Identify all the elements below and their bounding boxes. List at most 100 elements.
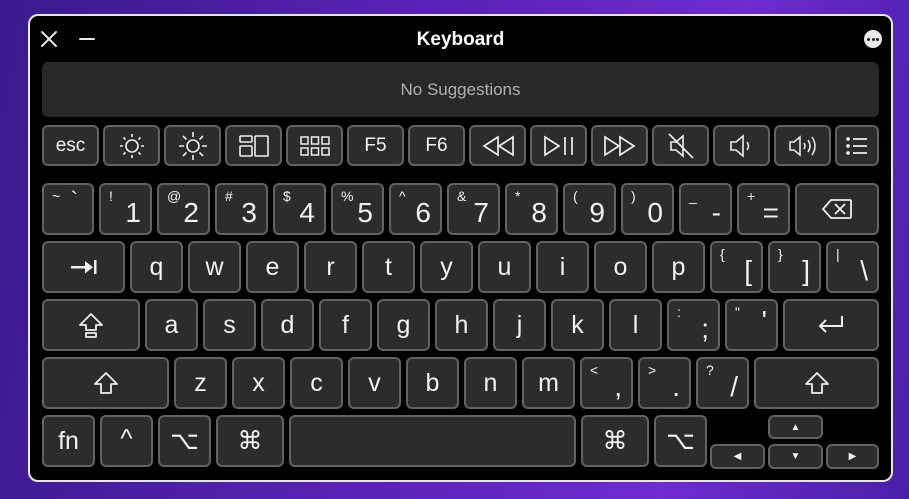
key-quote[interactable]: " ' <box>725 299 778 351</box>
key-left-bracket[interactable]: { [ <box>710 241 763 293</box>
key-8[interactable]: * 8 <box>505 183 558 235</box>
key-rewind[interactable] <box>469 125 526 166</box>
key-arrow-right[interactable]: ▶ <box>826 444 879 469</box>
key-arrow-down[interactable]: ▼ <box>768 444 823 469</box>
key-y[interactable]: y <box>420 241 473 293</box>
key-t[interactable]: t <box>362 241 415 293</box>
launchpad-icon <box>288 127 341 164</box>
key-5[interactable]: % 5 <box>331 183 384 235</box>
key-n[interactable]: n <box>464 357 517 409</box>
key-6[interactable]: ^ 6 <box>389 183 442 235</box>
key-m[interactable]: m <box>522 357 575 409</box>
key-right-shift[interactable] <box>754 357 879 409</box>
brightness-down-icon <box>105 127 158 164</box>
left-arrow-icon: ◀ <box>733 451 742 462</box>
down-arrow-icon: ▼ <box>790 451 801 462</box>
shift-icon <box>44 359 167 407</box>
key-mission-control[interactable] <box>225 125 282 166</box>
brightness-up-icon <box>166 127 219 164</box>
key-k[interactable]: k <box>551 299 604 351</box>
key-f[interactable]: f <box>319 299 372 351</box>
key-x[interactable]: x <box>232 357 285 409</box>
key-control[interactable]: ^ <box>100 415 153 467</box>
key-backtick[interactable]: ~ ` <box>42 183 94 235</box>
key-1[interactable]: ! 1 <box>99 183 152 235</box>
key-left-option[interactable]: ⌥ <box>158 415 211 467</box>
key-d[interactable]: d <box>261 299 314 351</box>
key-right-option[interactable]: ⌥ <box>654 415 707 467</box>
caps-lock-icon <box>44 301 138 349</box>
tab-icon <box>44 243 123 291</box>
keyboard-window: Keyboard No Suggestions esc F5 F6 ~ ` ! … <box>28 14 893 482</box>
key-g[interactable]: g <box>377 299 430 351</box>
right-arrow-icon: ▶ <box>848 451 857 462</box>
key-brightness-down[interactable] <box>103 125 160 166</box>
key-brightness-up[interactable] <box>164 125 221 166</box>
key-z[interactable]: z <box>174 357 227 409</box>
key-esc[interactable]: esc <box>42 125 99 166</box>
key-list[interactable] <box>835 125 879 166</box>
key-right-bracket[interactable]: } ] <box>768 241 821 293</box>
mute-icon <box>654 127 707 164</box>
key-fn[interactable]: fn <box>42 415 95 467</box>
key-space[interactable] <box>289 415 576 467</box>
key-volume-down[interactable] <box>713 125 770 166</box>
key-equals[interactable]: + = <box>737 183 790 235</box>
key-9[interactable]: ( 9 <box>563 183 616 235</box>
key-tab[interactable] <box>42 241 125 293</box>
key-slash[interactable]: ? / <box>696 357 749 409</box>
key-delete[interactable] <box>795 183 879 235</box>
key-return[interactable] <box>783 299 879 351</box>
key-volume-up[interactable] <box>774 125 831 166</box>
list-icon <box>837 127 877 164</box>
key-fast-forward[interactable] <box>591 125 648 166</box>
key-comma[interactable]: < , <box>580 357 633 409</box>
key-u[interactable]: u <box>478 241 531 293</box>
key-arrow-left[interactable]: ◀ <box>710 444 765 469</box>
title-bar: Keyboard <box>30 16 891 62</box>
key-left-command[interactable]: ⌘ <box>216 415 284 467</box>
volume-down-icon <box>715 127 768 164</box>
key-o[interactable]: o <box>594 241 647 293</box>
key-3[interactable]: # 3 <box>215 183 268 235</box>
key-2[interactable]: @ 2 <box>157 183 210 235</box>
suggestion-bar[interactable]: No Suggestions <box>42 62 879 117</box>
key-a[interactable]: a <box>145 299 198 351</box>
volume-up-icon <box>776 127 829 164</box>
key-q[interactable]: q <box>130 241 183 293</box>
key-p[interactable]: p <box>652 241 705 293</box>
key-period[interactable]: > . <box>638 357 691 409</box>
key-play-pause[interactable] <box>530 125 587 166</box>
key-v[interactable]: v <box>348 357 401 409</box>
key-e[interactable]: e <box>246 241 299 293</box>
key-backslash[interactable]: | \ <box>826 241 879 293</box>
key-mute[interactable] <box>652 125 709 166</box>
key-r[interactable]: r <box>304 241 357 293</box>
key-launchpad[interactable] <box>286 125 343 166</box>
key-h[interactable]: h <box>435 299 488 351</box>
key-right-command[interactable]: ⌘ <box>581 415 649 467</box>
key-b[interactable]: b <box>406 357 459 409</box>
key-l[interactable]: l <box>609 299 662 351</box>
rewind-icon <box>471 127 524 164</box>
return-icon <box>785 301 877 349</box>
key-minus[interactable]: _ - <box>679 183 732 235</box>
key-c[interactable]: c <box>290 357 343 409</box>
key-4[interactable]: $ 4 <box>273 183 326 235</box>
key-s[interactable]: s <box>203 299 256 351</box>
fast-forward-icon <box>593 127 646 164</box>
key-semicolon[interactable]: : ; <box>667 299 720 351</box>
key-f5[interactable]: F5 <box>347 125 404 166</box>
key-7[interactable]: & 7 <box>447 183 500 235</box>
key-f6[interactable]: F6 <box>408 125 465 166</box>
more-options-icon[interactable] <box>864 30 882 48</box>
mission-control-icon <box>227 127 280 164</box>
key-0[interactable]: ) 0 <box>621 183 674 235</box>
key-i[interactable]: i <box>536 241 589 293</box>
key-caps-lock[interactable] <box>42 299 140 351</box>
shift-icon <box>756 359 877 407</box>
key-left-shift[interactable] <box>42 357 169 409</box>
key-w[interactable]: w <box>188 241 241 293</box>
key-j[interactable]: j <box>493 299 546 351</box>
key-arrow-up[interactable]: ▲ <box>768 415 823 439</box>
